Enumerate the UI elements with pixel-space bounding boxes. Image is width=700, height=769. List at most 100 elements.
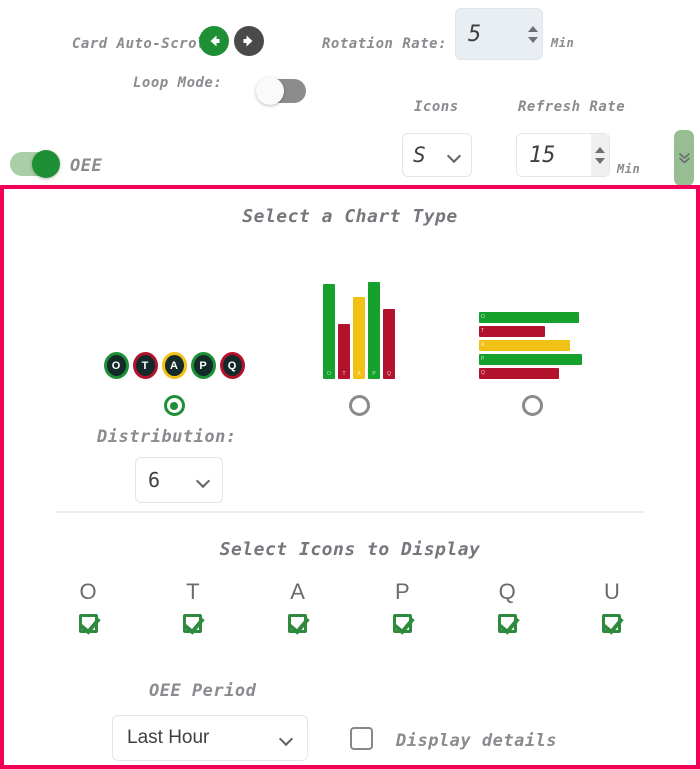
icon-checkbox-u[interactable] [602,614,622,633]
toggle-knob [32,150,60,178]
rotation-rate-value[interactable]: 5 [456,22,524,47]
loop-mode-toggle[interactable] [256,77,306,105]
oee-toggle[interactable] [10,150,60,178]
oee-label: OEE [70,156,103,176]
loop-mode-label: Loop Mode: [133,75,223,91]
icon-badge-p: P [190,352,216,379]
chart-type-radio-vertical-bar[interactable] [348,395,370,416]
chevron-double-down-icon [678,153,690,164]
chart-type-option-icon-badges[interactable]: OTAPQ [89,239,259,416]
icon-badge-letter: Q [222,355,242,376]
chart-type-title: Select a Chart Type [242,206,458,227]
refresh-rate-label: Refresh Rate [518,99,626,115]
icon-badge-letter: A [164,355,184,376]
chart-type-option-vertical-bar[interactable]: OTAPQ [274,239,444,416]
refresh-rate-value[interactable]: 15 [517,143,591,168]
icons-display-title: Select Icons to Display [219,539,481,560]
stepper-arrows[interactable] [591,134,609,176]
oee-period-label: OEE Period [149,681,257,701]
horizontal-bar-q: Q [479,368,559,379]
icon-checkbox-t[interactable] [183,614,203,633]
vertical-bar-a: A [353,297,365,379]
chart-type-radio-horizontal-bar[interactable] [521,395,543,416]
oee-period-value: Last Hour [127,727,210,748]
bar-label: T [342,371,346,377]
icon-checkbox-col-u: U [580,579,644,633]
stepper-down-icon[interactable] [595,157,605,164]
oee-period-select[interactable]: Last Hour [112,715,308,761]
icon-checkbox-label: U [604,579,620,604]
icons-size-value: S [413,143,426,167]
distribution-label: Distribution: [97,427,237,447]
stepper-up-icon[interactable] [595,146,605,153]
icon-checkbox-col-q: Q [475,579,539,633]
icon-checkbox-p[interactable] [392,614,412,633]
horizontal-bar-p: P [479,354,582,365]
icon-checkbox-q[interactable] [497,614,517,633]
scroll-down-button[interactable] [674,130,694,186]
distribution-select[interactable]: 6 [135,457,223,503]
icon-badge-letter: O [106,355,126,376]
icon-checkbox-label: P [395,579,410,604]
chevron-down-icon [280,734,293,742]
bar-label: A [357,371,361,377]
icon-checkbox-col-a: A [266,579,330,633]
icons-label: Icons [414,99,459,115]
stepper-arrows[interactable] [524,9,542,59]
settings-screen: Card Auto-Scroll: Loop Mode: OEE Rotatio… [0,0,700,769]
chart-settings-panel: Select a Chart Type OTAPQ OTAPQ OTAPQ Di… [0,185,700,769]
icon-badge-o: O [103,352,129,379]
vertical-bar-q: Q [383,309,395,379]
horizontal-bar-preview: O T A P Q [447,239,617,379]
refresh-rate-stepper[interactable]: 15 [516,133,610,177]
vertical-bar-t: T [338,324,350,379]
bar-label: P [372,371,376,377]
arrow-circle-right-icon[interactable] [234,26,264,56]
display-details-checkbox[interactable] [350,727,373,750]
chart-type-radio-icon-badges[interactable] [163,395,185,416]
chart-type-option-horizontal-bar[interactable]: O T A P Q [447,239,617,416]
bar-label: O [327,371,331,377]
icon-badge-t: T [132,352,158,379]
rotation-rate-label: Rotation Rate: [322,36,448,52]
vertical-bar-p: P [368,282,380,379]
icon-checkbox-col-o: O [56,579,120,633]
bar-label: Q [481,370,485,376]
arrow-circle-left-icon[interactable] [199,26,229,56]
icon-badge-letter: T [135,355,155,376]
icon-badge-q: Q [219,352,245,379]
bar-label: P [481,356,485,362]
top-settings-area: Card Auto-Scroll: Loop Mode: OEE Rotatio… [0,0,700,186]
icon-checkbox-label: Q [498,579,516,604]
section-divider [56,511,644,513]
rotation-rate-stepper[interactable]: 5 [455,8,543,60]
icon-checkbox-o[interactable] [78,614,98,633]
chevron-down-icon [197,476,210,484]
display-details-label: Display details [396,731,558,751]
icon-checkbox-col-t: T [161,579,225,633]
icon-badges-preview: OTAPQ [89,239,259,379]
icon-checkbox-a[interactable] [288,614,308,633]
horizontal-bar-a: A [479,340,570,351]
bar-label: A [481,342,485,348]
rotation-rate-unit: Min [551,36,575,50]
horizontal-bar-t: T [479,326,545,337]
icon-checkbox-label: A [290,579,305,604]
stepper-down-icon[interactable] [528,36,538,43]
icon-checkbox-col-p: P [370,579,434,633]
bar-label: Q [387,371,391,377]
distribution-value: 6 [148,468,161,492]
icon-badge-a: A [161,352,187,379]
icon-badge-letter: P [193,355,213,376]
refresh-rate-unit: Min [617,162,641,176]
icon-checkbox-label: O [79,579,97,604]
bar-label: T [481,328,485,334]
toggle-knob [256,77,284,105]
vertical-bar-preview: OTAPQ [274,239,444,379]
horizontal-bar-o: O [479,312,579,323]
bar-label: O [481,314,485,320]
chevron-down-icon [448,151,461,159]
icon-checkbox-row: OTAPQU [56,579,644,633]
icons-size-select[interactable]: S [402,133,472,177]
stepper-up-icon[interactable] [528,25,538,32]
